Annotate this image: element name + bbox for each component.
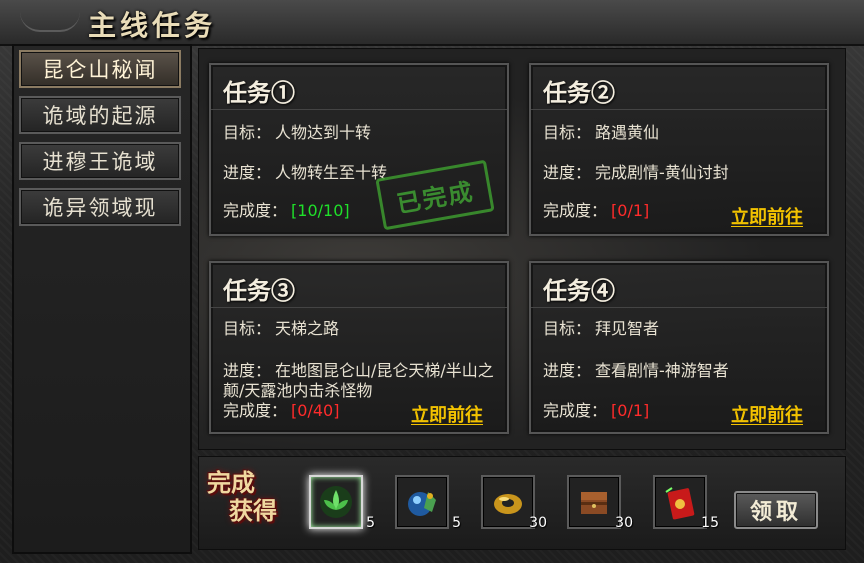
quest-completion-row: 完成度： [0/1]: [543, 401, 649, 421]
ornament-left: [20, 12, 80, 32]
reward-title: 完成 获得: [207, 469, 287, 533]
goal-value: 路遇黄仙: [595, 123, 660, 142]
goal-value: 拜见智者: [595, 319, 660, 338]
quest-card-1: 任务① 目标： 人物达到十转 进度： 人物转生至十转 完成度： [10/10] 已完成: [209, 63, 509, 236]
completion-value: [0/1]: [611, 401, 650, 420]
progress-label: 进度：: [543, 361, 592, 380]
tab-chapter-2[interactable]: 诡域的起源: [19, 96, 181, 134]
reward-slot-5[interactable]: 15: [653, 475, 719, 531]
divider: [211, 109, 507, 110]
reward-qty: 5: [452, 515, 461, 531]
quest-goal-row: 目标： 人物达到十转: [223, 123, 371, 143]
quest-title: 任务③: [223, 276, 295, 305]
progress-label: 进度：: [223, 361, 272, 380]
goal-label: 目标：: [223, 319, 272, 338]
completion-label: 完成度：: [223, 401, 288, 420]
quest-progress-row: 进度： 人物转生至十转: [223, 163, 387, 183]
orb-potion-icon: [408, 492, 436, 516]
divider: [531, 109, 827, 110]
go-now-link[interactable]: 立即前往: [411, 401, 483, 427]
progress-value: 人物转生至十转: [275, 163, 388, 182]
chapter-sidebar: 昆仑山秘闻 诡域的起源 进穆王诡域 诡异领域现: [12, 44, 192, 554]
divider: [531, 307, 827, 308]
tab-chapter-1[interactable]: 昆仑山秘闻: [19, 50, 181, 88]
progress-label: 进度：: [223, 163, 272, 182]
quest-completion-row: 完成度： [0/40]: [223, 401, 339, 421]
reward-qty: 30: [615, 515, 633, 531]
reward-qty: 30: [529, 515, 547, 531]
tab-chapter-3[interactable]: 进穆王诡域: [19, 142, 181, 180]
quest-card-4: 任务④ 目标： 拜见智者 进度： 查看剧情-神游智者 完成度： [0/1] 立即前往: [529, 261, 829, 434]
goal-value: 天梯之路: [275, 319, 340, 338]
quest-title: 任务①: [223, 78, 295, 107]
reward-title-line1: 完成: [207, 468, 255, 497]
reward-bar: 完成 获得 5 5 30 30 15 领取: [198, 456, 846, 550]
completion-value: [0/1]: [611, 201, 650, 220]
reward-slot-2[interactable]: 5: [395, 475, 461, 531]
goal-label: 目标：: [543, 319, 592, 338]
quest-completion-row: 完成度： [0/1]: [543, 201, 649, 221]
quest-goal-row: 目标： 路遇黄仙: [543, 123, 659, 143]
completion-value: [0/40]: [291, 401, 340, 420]
reward-title-line2: 获得: [229, 496, 277, 525]
red-envelope-icon: [665, 487, 695, 520]
goal-label: 目标：: [223, 123, 272, 142]
quest-completion-row: 完成度： [10/10]: [223, 201, 350, 221]
gold-ring-icon: [494, 494, 522, 514]
quest-goal-row: 目标： 拜见智者: [543, 319, 659, 339]
quest-title: 任务②: [543, 78, 615, 107]
wood-chest-icon: [581, 492, 607, 514]
progress-value: 查看剧情-神游智者: [595, 361, 729, 380]
reward-slot-1[interactable]: 5: [309, 475, 375, 531]
quest-window: 主线任务 昆仑山秘闻 诡域的起源 进穆王诡域 诡异领域现 任务① 目标： 人物达到…: [0, 0, 864, 563]
completion-label: 完成度：: [223, 201, 288, 220]
go-now-link[interactable]: 立即前往: [731, 401, 803, 427]
green-lotus-icon: [320, 486, 352, 518]
goal-value: 人物达到十转: [275, 123, 372, 142]
reward-slot-4[interactable]: 30: [567, 475, 633, 531]
tab-chapter-4[interactable]: 诡异领域现: [19, 188, 181, 226]
reward-qty: 15: [701, 515, 719, 531]
quest-progress-row: 进度： 完成剧情-黄仙讨封: [543, 163, 729, 183]
quest-goal-row: 目标： 天梯之路: [223, 319, 339, 339]
quest-card-2: 任务② 目标： 路遇黄仙 进度： 完成剧情-黄仙讨封 完成度： [0/1] 立即前往: [529, 63, 829, 236]
completion-label: 完成度：: [543, 201, 608, 220]
quest-progress-row: 进度： 在地图昆仑山/昆仑天梯/半山之颠/天露池内击杀怪物: [223, 361, 503, 401]
quest-title: 任务④: [543, 276, 615, 305]
go-now-link[interactable]: 立即前往: [731, 203, 803, 229]
claim-button[interactable]: 领取: [734, 491, 818, 529]
completion-value: [10/10]: [291, 201, 350, 220]
window-title: 主线任务: [88, 9, 217, 42]
progress-value: 完成剧情-黄仙讨封: [595, 163, 729, 182]
progress-label: 进度：: [543, 163, 592, 182]
title-bar: 主线任务: [0, 0, 864, 46]
reward-qty: 5: [366, 515, 375, 531]
divider: [211, 307, 507, 308]
completion-label: 完成度：: [543, 401, 608, 420]
reward-slot-3[interactable]: 30: [481, 475, 547, 531]
quest-progress-row: 进度： 查看剧情-神游智者: [543, 361, 729, 381]
quest-panel: 任务① 目标： 人物达到十转 进度： 人物转生至十转 完成度： [10/10] 已完成…: [198, 48, 846, 450]
goal-label: 目标：: [543, 123, 592, 142]
completed-stamp: 已完成: [375, 159, 495, 231]
quest-card-3: 任务③ 目标： 天梯之路 进度： 在地图昆仑山/昆仑天梯/半山之颠/天露池内击杀怪物…: [209, 261, 509, 434]
